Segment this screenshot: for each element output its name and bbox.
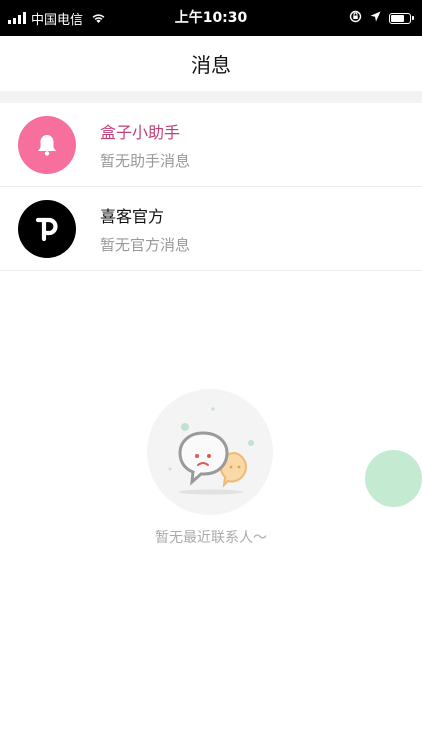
message-subtitle: 暂无助手消息	[100, 152, 191, 170]
message-title: 盒子小助手	[100, 123, 181, 142]
official-avatar	[18, 200, 76, 258]
message-title: 喜客官方	[100, 207, 165, 226]
orientation-lock-icon	[349, 10, 362, 27]
empty-state-text: 暂无最近联系人～	[155, 530, 267, 546]
page-title: 消息	[191, 53, 231, 77]
p-logo-icon	[35, 217, 58, 242]
message-item-assistant[interactable]: 盒子小助手 暂无助手消息	[0, 103, 422, 187]
message-subtitle: 暂无官方消息	[100, 236, 191, 254]
message-item-official[interactable]: 喜客官方 暂无官方消息	[0, 187, 422, 271]
message-list: 盒子小助手 暂无助手消息 喜客官方 暂无官方消息	[0, 103, 422, 271]
location-arrow-icon	[370, 11, 381, 26]
empty-chat-illustration	[147, 389, 273, 515]
section-divider	[0, 91, 422, 103]
assistant-avatar	[18, 116, 76, 174]
bell-icon	[38, 135, 56, 156]
floating-action-button[interactable]	[365, 450, 422, 507]
status-bar: 中国电信 上午10:30	[0, 0, 422, 36]
nav-bar: 消息	[0, 36, 422, 91]
battery-icon	[389, 12, 414, 24]
